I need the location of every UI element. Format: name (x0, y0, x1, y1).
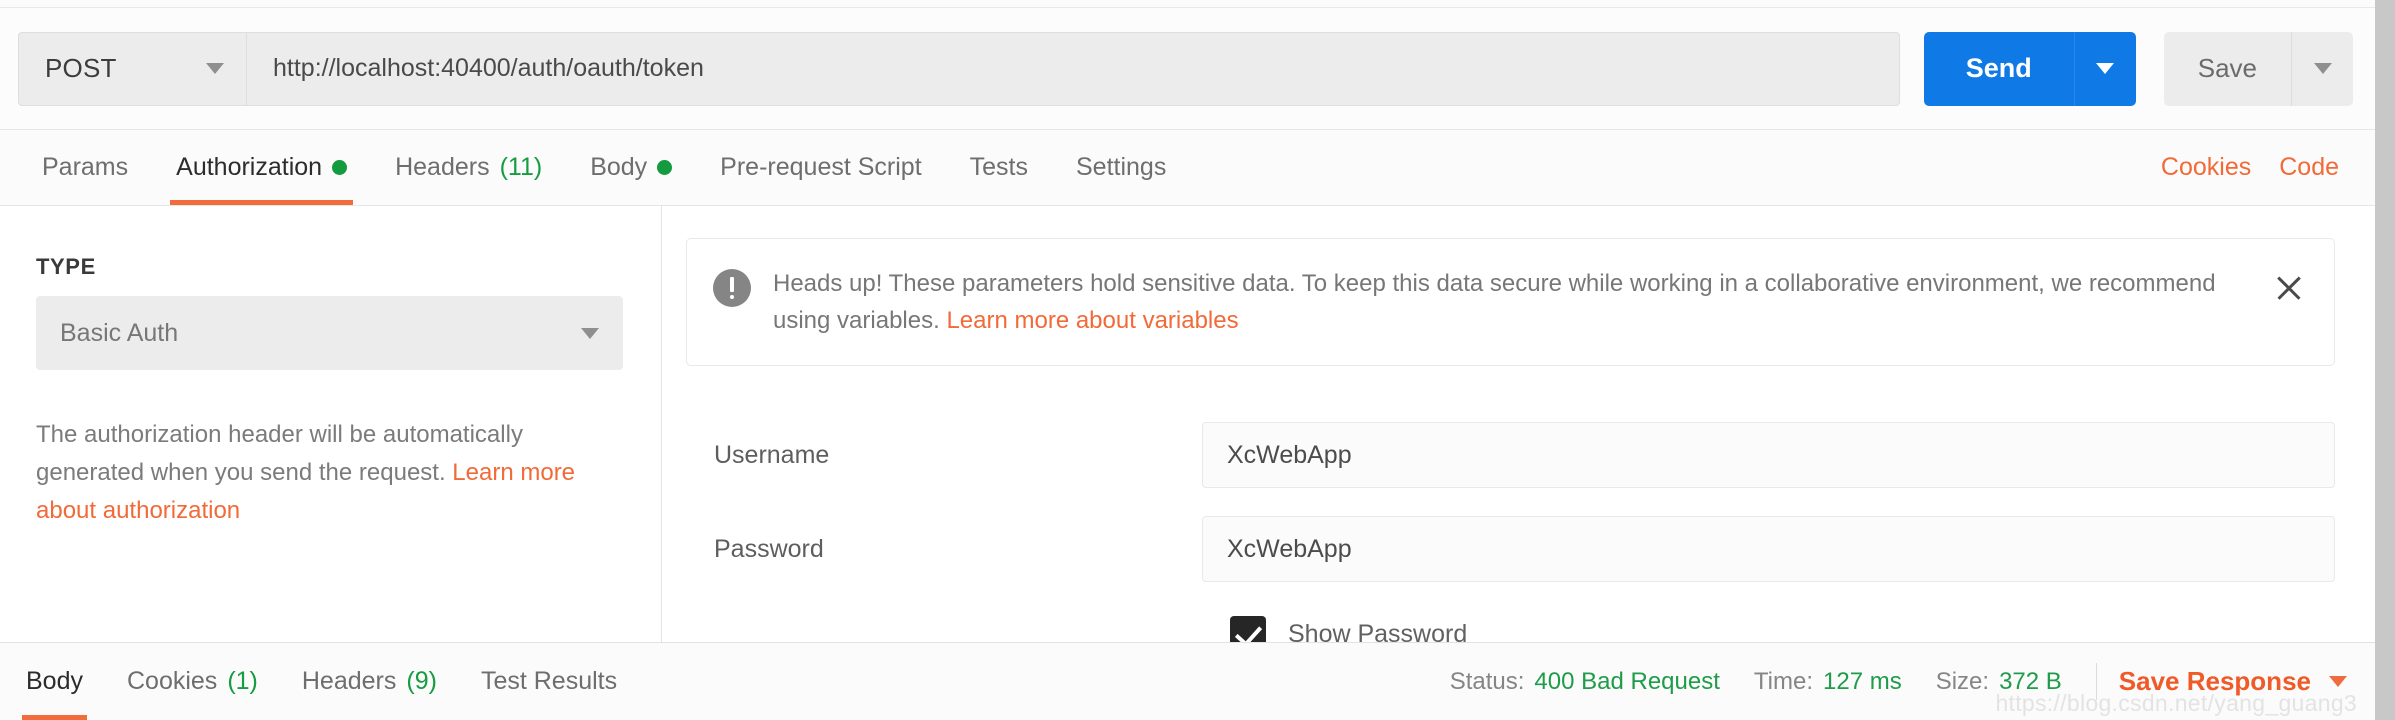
password-input[interactable]: XcWebApp (1202, 516, 2335, 582)
send-button[interactable]: Send (1924, 32, 2074, 106)
auth-credentials-panel: Heads up! These parameters hold sensitiv… (662, 206, 2375, 642)
size-value: 372 B (1999, 668, 2062, 696)
auth-type-heading: TYPE (36, 254, 623, 280)
response-tab-label: Body (26, 667, 83, 696)
status-key: Status: (1450, 668, 1525, 696)
response-status-bar: Body Cookies (1) Headers (9) Test Result… (0, 642, 2375, 720)
window-top-strip (0, 0, 2375, 8)
size-key: Size: (1936, 668, 1989, 696)
save-response-label: Save Response (2119, 666, 2311, 697)
time-value: 127 ms (1823, 668, 1902, 696)
chevron-down-icon (2096, 63, 2114, 74)
status-value: 400 Bad Request (1534, 668, 1719, 696)
auth-description: The authorization header will be automat… (36, 416, 616, 530)
time-key: Time: (1754, 668, 1813, 696)
tab-authorization[interactable]: Authorization (152, 130, 371, 205)
tab-params[interactable]: Params (18, 130, 152, 205)
username-label: Username (686, 441, 1202, 470)
tab-label: Pre-request Script (720, 153, 921, 182)
window-right-gutter (2375, 0, 2395, 720)
tab-body[interactable]: Body (566, 130, 696, 205)
tab-label: Body (590, 153, 647, 182)
chevron-down-icon (2314, 63, 2332, 74)
send-button-group: Send (1924, 32, 2136, 106)
save-response-button[interactable]: Save Response (2119, 643, 2351, 720)
chevron-down-icon (581, 328, 599, 339)
response-time: Time: 127 ms (1754, 643, 1902, 720)
postman-request-window: POST http://localhost:40400/auth/oauth/t… (0, 0, 2395, 720)
credentials-form: Username XcWebApp Password XcWebApp Show… (686, 422, 2335, 652)
request-url-bar: POST http://localhost:40400/auth/oauth/t… (0, 8, 2375, 130)
password-label: Password (686, 535, 1202, 564)
method-url-group: POST http://localhost:40400/auth/oauth/t… (18, 32, 1900, 106)
auth-type-select[interactable]: Basic Auth (36, 296, 623, 370)
tab-label: Params (42, 153, 128, 182)
chevron-down-icon (2329, 676, 2347, 687)
code-link[interactable]: Code (2265, 130, 2353, 205)
http-method-value: POST (45, 53, 117, 84)
response-status: Status: 400 Bad Request (1450, 643, 1720, 720)
save-button[interactable]: Save (2164, 32, 2291, 106)
auth-type-panel: TYPE Basic Auth The authorization header… (0, 206, 662, 642)
response-tab-headers[interactable]: Headers (9) (280, 643, 459, 720)
send-options-button[interactable] (2074, 32, 2136, 106)
sensitive-data-alert: Heads up! These parameters hold sensitiv… (686, 238, 2335, 366)
alert-message: Heads up! These parameters hold sensitiv… (773, 265, 2250, 339)
auth-description-text: The authorization header will be automat… (36, 421, 523, 486)
learn-more-variables-link[interactable]: Learn more about variables (946, 307, 1238, 334)
tab-count-badge: (11) (500, 153, 543, 182)
password-row: Password XcWebApp (686, 516, 2335, 582)
response-tab-cookies[interactable]: Cookies (1) (105, 643, 280, 720)
response-tab-count-badge: (9) (406, 667, 437, 696)
response-tab-body[interactable]: Body (4, 643, 105, 720)
username-input[interactable]: XcWebApp (1202, 422, 2335, 488)
tab-label: Tests (970, 153, 1028, 182)
tab-label: Headers (395, 153, 490, 182)
http-method-select[interactable]: POST (18, 32, 246, 106)
page-content: POST http://localhost:40400/auth/oauth/t… (0, 0, 2375, 720)
save-button-group: Save (2164, 32, 2353, 106)
exclamation-circle-icon (713, 269, 751, 307)
auth-type-value: Basic Auth (60, 319, 178, 348)
cookies-link[interactable]: Cookies (2147, 130, 2265, 205)
request-body-area: TYPE Basic Auth The authorization header… (0, 206, 2375, 642)
close-icon[interactable] (2272, 271, 2306, 305)
chevron-down-icon (206, 63, 224, 74)
request-url-input[interactable]: http://localhost:40400/auth/oauth/token (246, 32, 1900, 106)
response-tab-test-results[interactable]: Test Results (459, 643, 639, 720)
response-tab-label: Cookies (127, 667, 217, 696)
response-tab-label: Test Results (481, 667, 617, 696)
tab-pre-request-script[interactable]: Pre-request Script (696, 130, 945, 205)
response-bar-spacer (639, 643, 1450, 720)
tab-label: Settings (1076, 153, 1166, 182)
status-dot-icon (332, 160, 347, 175)
vertical-divider (2096, 663, 2097, 700)
tab-label: Authorization (176, 153, 322, 182)
tab-bar-spacer (1190, 130, 2147, 205)
username-row: Username XcWebApp (686, 422, 2335, 488)
tab-headers[interactable]: Headers (11) (371, 130, 566, 205)
tab-settings[interactable]: Settings (1052, 130, 1190, 205)
response-size: Size: 372 B (1936, 643, 2062, 720)
tab-tests[interactable]: Tests (946, 130, 1052, 205)
response-tab-count-badge: (1) (227, 667, 258, 696)
response-tab-label: Headers (302, 667, 397, 696)
request-tab-bar: Params Authorization Headers (11) Body P… (0, 130, 2375, 206)
status-dot-icon (657, 160, 672, 175)
save-options-button[interactable] (2291, 32, 2353, 106)
